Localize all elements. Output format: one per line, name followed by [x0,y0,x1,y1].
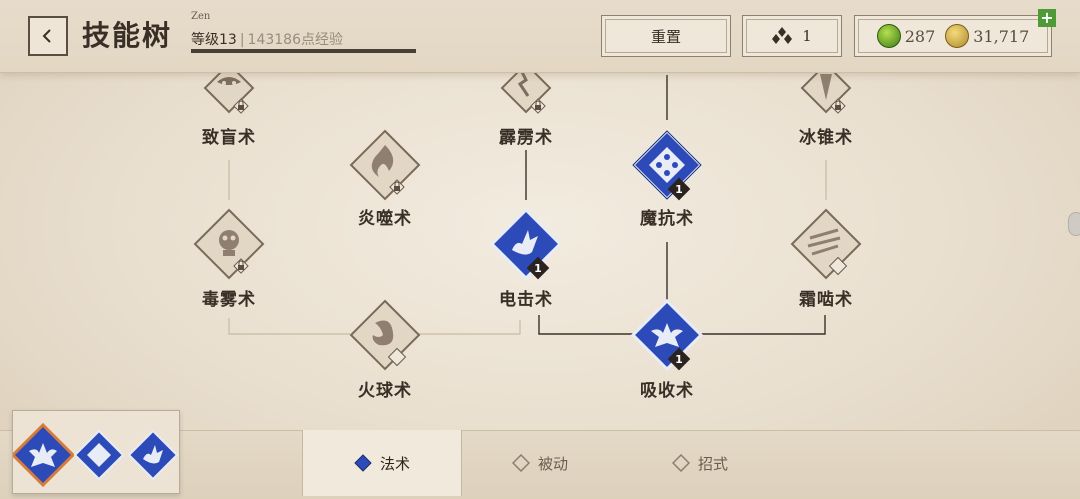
equipped-skills-panel [10,410,180,494]
tab-spells[interactable]: 法术 [302,430,462,496]
equipped-absorb-icon[interactable] [10,422,76,488]
page-title: 技能树 [82,19,173,52]
currency-display: 287 31,717 [854,15,1052,57]
tab-moves-label: 招式 [697,454,728,473]
node-label-blind: 致盲术 [202,128,256,148]
level-separator: | [239,32,245,48]
node-poison-icon[interactable] [193,208,265,280]
gold-coin-icon [945,24,970,48]
tab-spells-label: 法术 [379,454,410,473]
gold-currency: 31,717 [945,24,1029,48]
skill-point-icon [772,27,793,44]
passive-diamond-icon [511,454,530,472]
tab-passive-label: 被动 [537,454,568,473]
antimagic-rank: 1 [675,183,683,196]
shock-rank: 1 [534,262,542,275]
chevron-left-icon [42,29,51,43]
node-label-fireball: 火球术 [358,381,412,401]
back-button[interactable] [28,16,68,56]
gem-icon [876,24,901,48]
header-bar: 技能树 Zen 等级13 | 143186点经验 重置 1 287 31,717 + [0,0,1080,73]
node-label-poison: 毒雾术 [202,290,256,310]
moves-diamond-icon [671,454,690,472]
node-fireball-icon[interactable] [349,299,421,371]
equipped-shock-icon[interactable] [127,429,179,481]
level-info: 等级13 | 143186点经验 [191,29,343,49]
level-text: 等级13 [191,32,237,48]
equipped-skills [10,422,179,488]
node-label-icecone: 冰锥术 [799,128,853,148]
skill-points-value: 1 [802,27,812,45]
xp-bar [191,49,416,53]
node-frost-icon[interactable] [790,208,862,280]
add-currency-button[interactable]: + [1038,9,1056,27]
node-label-mist: 霹雳术 [499,128,553,148]
skill-points-display: 1 [742,15,842,57]
node-label-flame: 炎噬术 [358,209,412,229]
node-flame-icon[interactable] [349,129,421,201]
player-name: Zen [191,11,211,22]
scroll-handle[interactable] [1068,212,1080,236]
node-absorb-icon[interactable]: 1 [630,298,704,372]
absorb-rank: 1 [675,353,683,366]
equipped-antimagic-icon[interactable] [73,429,125,481]
tab-passive[interactable]: 被动 [470,430,610,496]
node-shock-icon[interactable]: 1 [489,207,563,281]
node-label-shock: 电击术 [499,290,553,310]
xp-text: 143186点经验 [247,32,343,48]
reset-label: 重置 [650,27,681,46]
green-currency-value: 287 [904,26,936,46]
tab-moves[interactable]: 招式 [630,430,770,496]
node-label-absorb: 吸收术 [640,381,694,401]
spell-diamond-icon [354,454,372,472]
reset-button[interactable]: 重置 [601,15,731,57]
green-currency: 287 [876,24,936,48]
node-antimagic-icon[interactable]: 1 [630,128,704,202]
gold-currency-value: 31,717 [973,26,1030,46]
node-label-frost: 霜啮术 [799,290,853,310]
node-label-antimagic: 魔抗术 [640,209,694,229]
